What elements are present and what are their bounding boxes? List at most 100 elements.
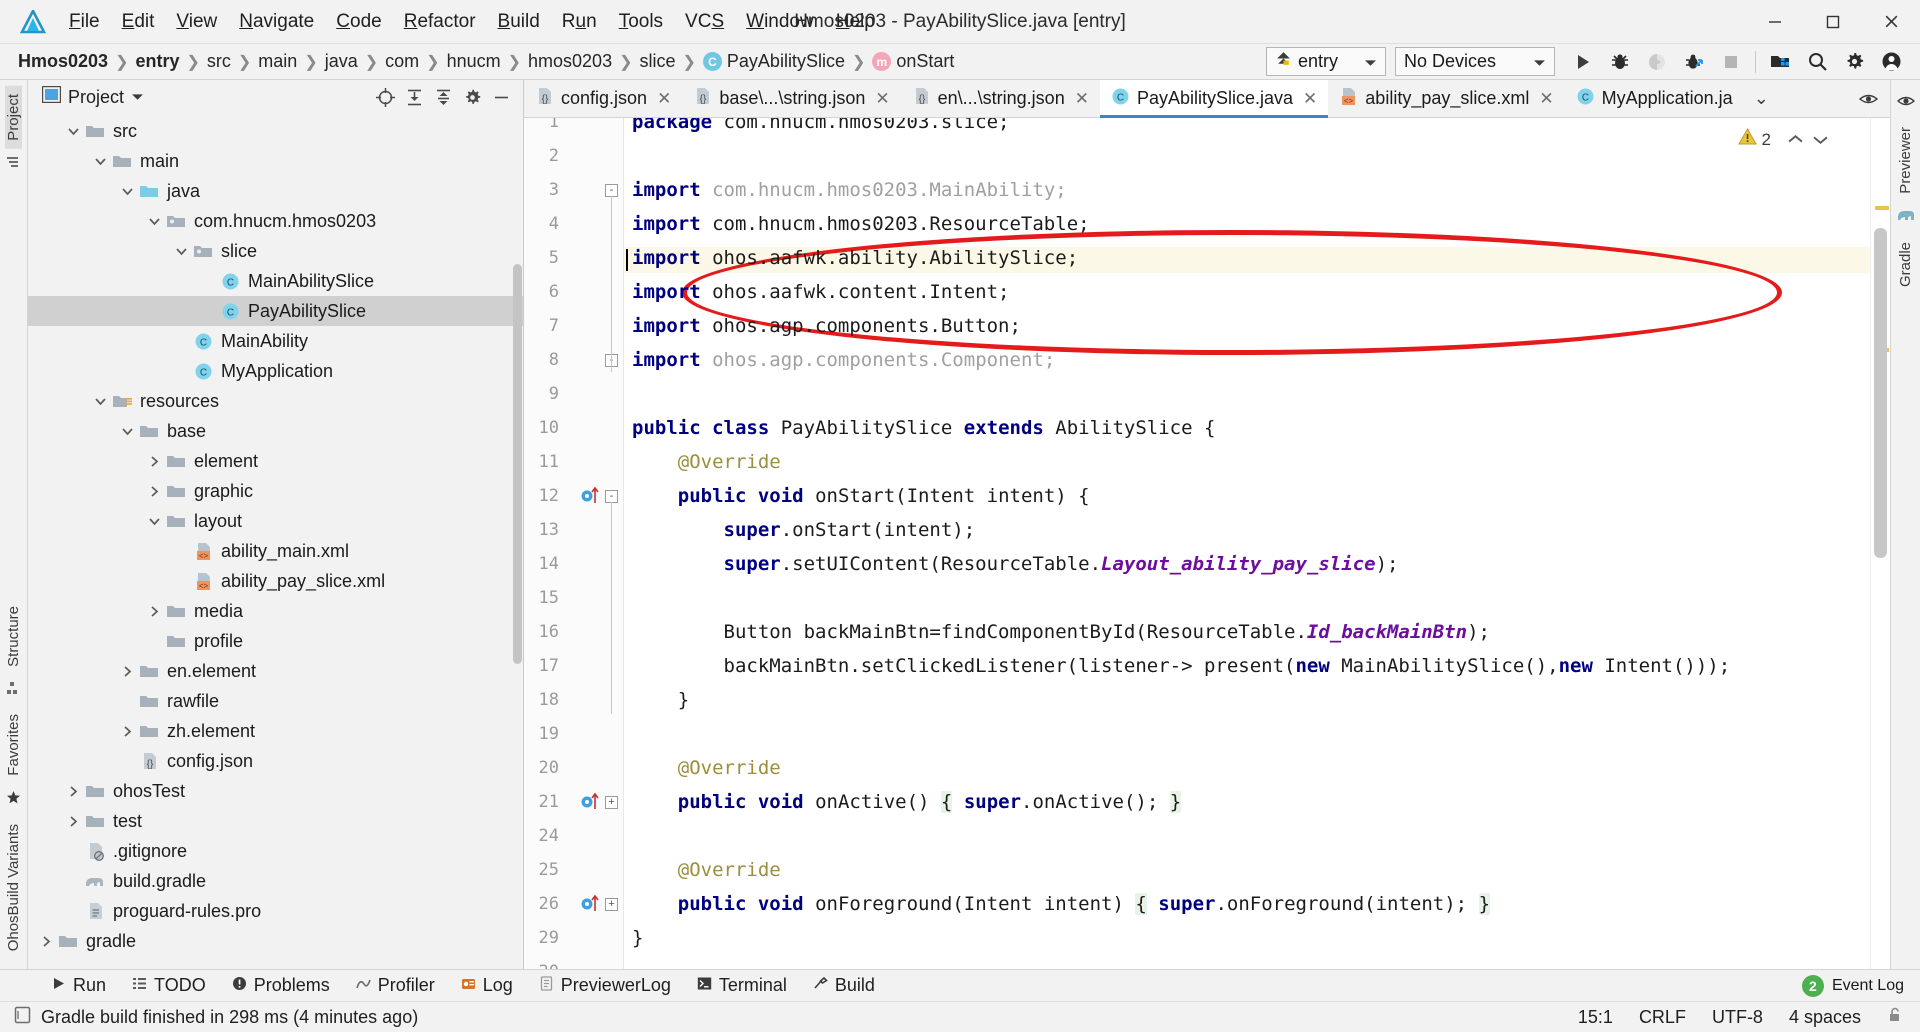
account-button[interactable] (1873, 46, 1910, 78)
menu-run[interactable]: Run (551, 7, 608, 37)
inspection-status[interactable]: 2 (1737, 127, 1828, 151)
breadcrumb-item-4[interactable]: java (321, 49, 362, 74)
minimize-button[interactable] (1746, 0, 1804, 44)
tool-window-run[interactable]: Run (38, 972, 119, 999)
code-line[interactable]: super.setUIContent(ResourceTable.Layout_… (632, 554, 1399, 574)
editor-tab-ability-pay-slice-xml[interactable]: <> ability_pay_slice.xml ✕ (1328, 80, 1564, 117)
menu-edit[interactable]: Edit (111, 7, 166, 37)
run-method-gutter-icon[interactable] (580, 893, 602, 918)
code-line[interactable]: import ohos.aafwk.ability.AbilitySlice; (632, 248, 1078, 268)
tree-expander-icon[interactable] (89, 395, 111, 408)
tree-node-profile[interactable]: profile (28, 626, 523, 656)
tree-node-myapplication[interactable]: C MyApplication (28, 356, 523, 386)
rail-button-favorites[interactable]: Favorites (5, 706, 22, 784)
tree-node-ability-pay-slice-xml[interactable]: <> ability_pay_slice.xml (28, 566, 523, 596)
code-fold-toggle-icon[interactable]: + (605, 898, 618, 911)
tree-node-slice[interactable]: slice (28, 236, 523, 266)
tree-node-src[interactable]: src (28, 116, 523, 146)
close-tab-icon[interactable]: ✕ (657, 89, 671, 109)
code-content[interactable]: package com.hnucm.hmos0203.slice; import … (624, 118, 1870, 969)
editor-gutter[interactable]: 1 2 3 4 5 6 7 8 9 10 11 12 13 14 15 16 17 18 19 20 21 24 25 26 2… (524, 118, 624, 969)
code-line[interactable]: @Override (632, 758, 781, 778)
rail-button-structure[interactable]: Structure (5, 598, 22, 675)
next-problem-icon[interactable] (1813, 130, 1828, 150)
editor-marker-bar[interactable] (1870, 118, 1890, 969)
tree-node-zh-element[interactable]: zh.element (28, 716, 523, 746)
breadcrumb-item-9[interactable]: C PayAbilitySlice (699, 49, 849, 74)
code-line[interactable]: import ohos.agp.components.Component; (632, 350, 1055, 370)
editor-tab-config-json[interactable]: {} config.json ✕ (524, 80, 682, 117)
code-line[interactable]: } (632, 690, 689, 710)
tool-window-log[interactable]: Log (448, 972, 526, 999)
close-tab-icon[interactable]: ✕ (1075, 89, 1089, 109)
file-encoding[interactable]: UTF-8 (1712, 1007, 1763, 1028)
tree-node-java[interactable]: java (28, 176, 523, 206)
tree-expander-icon[interactable] (143, 485, 165, 498)
event-log-label[interactable]: Event Log (1832, 977, 1904, 995)
editor-scrollbar-thumb[interactable] (1874, 228, 1887, 558)
profile-button[interactable] (1675, 46, 1712, 78)
device-manager-button[interactable] (1762, 46, 1799, 78)
menu-view[interactable]: View (165, 7, 228, 37)
line-separator[interactable]: CRLF (1639, 1007, 1686, 1028)
run-coverage-button[interactable] (1638, 46, 1675, 78)
tree-node-graphic[interactable]: graphic (28, 476, 523, 506)
code-editor[interactable]: 1 2 3 4 5 6 7 8 9 10 11 12 13 14 15 16 17 18 19 20 21 24 25 26 2… (524, 118, 1890, 969)
tree-expander-icon[interactable] (170, 245, 192, 258)
select-opened-file-button[interactable] (372, 84, 399, 111)
tree-node-ability-main-xml[interactable]: <> ability_main.xml (28, 536, 523, 566)
inspection-nav[interactable] (1788, 130, 1828, 150)
breadcrumb-item-3[interactable]: main (254, 49, 301, 74)
editor-tab-bar[interactable]: {} config.json ✕ {} base\...\string.json ✕ {} e… (524, 80, 1890, 118)
menu-code[interactable]: Code (325, 7, 392, 37)
tree-expander-icon[interactable] (35, 935, 57, 948)
breadcrumb-item-5[interactable]: com (381, 49, 423, 74)
collapse-all-button[interactable] (430, 84, 457, 111)
tree-node-mainability[interactable]: C MainAbility (28, 326, 523, 356)
caret-position[interactable]: 15:1 (1578, 1007, 1613, 1028)
close-button[interactable] (1862, 0, 1920, 44)
menu-build[interactable]: Build (487, 7, 551, 37)
more-tabs-chevron-icon[interactable]: ⌄ (1744, 80, 1779, 117)
settings-button[interactable] (1836, 46, 1873, 78)
tree-node-resources[interactable]: resources (28, 386, 523, 416)
editor-tab-myapplication-ja[interactable]: C MyApplication.ja (1565, 80, 1744, 117)
tree-expander-icon[interactable] (143, 215, 165, 228)
hide-panel-button[interactable] (488, 84, 515, 111)
tree-expander-icon[interactable] (89, 155, 111, 168)
tree-node-build-gradle[interactable]: build.gradle (28, 866, 523, 896)
event-log-area[interactable]: 2 Event Log (1801, 974, 1920, 997)
tool-window-previewerlog[interactable]: PreviewerLog (526, 972, 684, 999)
tree-node-en-element[interactable]: en.element (28, 656, 523, 686)
project-tree-scrollbar[interactable] (513, 264, 522, 664)
close-tab-icon[interactable]: ✕ (1539, 89, 1553, 109)
stop-button[interactable] (1712, 46, 1749, 78)
menu-help[interactable]: Help (825, 7, 886, 37)
tree-expander-icon[interactable] (62, 815, 84, 828)
close-tab-icon[interactable]: ✕ (875, 89, 889, 109)
code-line[interactable]: public class PayAbilitySlice extends Abi… (632, 418, 1215, 438)
code-line[interactable]: import ohos.agp.components.Button; (632, 316, 1021, 336)
tree-expander-icon[interactable] (116, 665, 138, 678)
code-line[interactable]: public void onActive() { super.onActive(… (632, 791, 1182, 813)
tree-expander-icon[interactable] (116, 725, 138, 738)
breadcrumb-item-7[interactable]: hmos0203 (524, 49, 616, 74)
breadcrumb-item-8[interactable]: slice (635, 49, 679, 74)
tree-node-proguard-rules-pro[interactable]: proguard-rules.pro (28, 896, 523, 926)
previewer-eye-icon[interactable] (1896, 94, 1915, 113)
code-line[interactable]: import ohos.aafwk.content.Intent; (632, 282, 1010, 302)
tree-expander-icon[interactable] (143, 605, 165, 618)
indent-setting[interactable]: 4 spaces (1789, 1007, 1861, 1028)
breadcrumb-item-1[interactable]: entry (131, 49, 183, 74)
tree-node-config-json[interactable]: {} config.json (28, 746, 523, 776)
run-method-gutter-icon[interactable] (580, 485, 602, 510)
tree-node-ohostest[interactable]: ohosTest (28, 776, 523, 806)
code-line[interactable]: super.onStart(intent); (632, 520, 976, 540)
breadcrumb-item-0[interactable]: Hmos0203 (14, 49, 112, 74)
prev-problem-icon[interactable] (1788, 130, 1803, 150)
tool-window-terminal[interactable]: Terminal (684, 972, 800, 999)
tree-node-com-hnucm-hmos0203[interactable]: com.hnucm.hmos0203 (28, 206, 523, 236)
code-line[interactable]: @Override (632, 452, 781, 472)
menu-bar[interactable]: File Edit View Navigate Code Refactor Bu… (58, 7, 886, 37)
breadcrumb[interactable]: Hmos0203 ❯ entry ❯ src ❯ main ❯ java ❯ c… (14, 49, 958, 74)
